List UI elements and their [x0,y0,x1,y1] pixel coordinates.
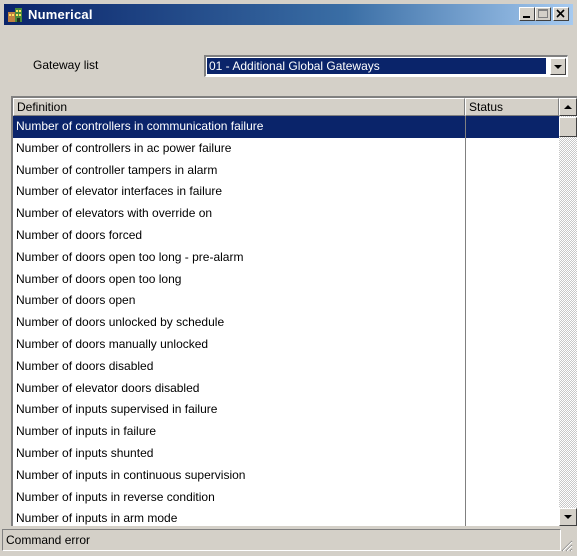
definition-cell: Number of doors disabled [16,358,154,373]
status-bar: Command error [2,528,575,554]
table-row[interactable]: Number of elevators with override on [13,203,559,225]
definition-cell: Number of controller tampers in alarm [16,162,218,177]
column-header-definition[interactable]: Definition [13,98,465,116]
status-cell [465,181,559,204]
status-cell [465,290,559,313]
status-cell [465,312,559,334]
status-cell [465,116,559,138]
definition-cell: Number of controllers in communication f… [13,116,465,138]
status-cell [465,203,559,225]
definition-cell: Number of elevator doors disabled [16,380,200,395]
definition-cell: Number of elevator interfaces in failure [16,184,223,199]
table-row[interactable]: Number of inputs in continuous supervisi… [13,464,559,487]
table-row[interactable]: Number of inputs in failure [13,421,559,443]
chevron-down-icon [554,65,562,69]
status-cell [465,268,559,291]
definition-cell: Number of inputs in reverse condition [16,489,215,504]
resize-grip-icon[interactable] [561,540,573,552]
gateway-list-dropdown[interactable]: 01 - Additional Global Gateways [204,55,568,77]
table-row[interactable]: Number of inputs in reverse condition [13,486,559,509]
close-button[interactable] [553,7,569,21]
column-header-status[interactable]: Status [465,98,559,116]
gateway-list-label: Gateway list [33,58,99,72]
status-text: Command error [2,529,561,551]
status-cell [465,355,559,378]
definition-cell: Number of doors forced [16,227,143,242]
status-cell [465,486,559,509]
arrow-down-icon [564,515,572,519]
definition-cell: Number of inputs shunted [16,445,154,460]
definition-cell: Number of doors open too long - pre-alar… [16,249,244,264]
table-row[interactable]: Number of doors unlocked by schedule [13,312,559,334]
table-row[interactable]: Number of elevator doors disabled [13,377,559,400]
arrow-up-icon [564,105,572,109]
status-cell [465,333,559,356]
definition-cell: Number of inputs in arm mode [16,511,178,526]
status-cell [465,399,559,422]
building-app-icon [8,8,22,22]
status-cell [465,508,559,526]
scroll-down-button[interactable] [559,508,577,526]
table-row[interactable]: Number of doors forced [13,224,559,247]
table-row[interactable]: Number of inputs supervised in failure [13,399,559,422]
scroll-thumb[interactable] [559,117,577,137]
table-row[interactable]: Number of doors manually unlocked [13,333,559,356]
definition-cell: Number of doors unlocked by schedule [16,315,225,330]
close-icon [556,9,565,18]
definition-cell: Number of doors manually unlocked [16,336,209,351]
numerical-list[interactable]: Definition Status Number of controllers … [11,96,577,526]
gateway-selected-value: 01 - Additional Global Gateways [207,58,546,74]
table-row[interactable]: Number of doors open too long - pre-alar… [13,246,559,269]
status-cell [465,246,559,269]
definition-cell: Number of inputs in failure [16,424,157,439]
definition-cell: Number of inputs in continuous supervisi… [16,467,246,482]
status-cell [465,159,559,182]
definition-cell: Number of doors open too long [16,271,182,286]
table-row[interactable]: Number of controllers in ac power failur… [13,137,559,160]
table-row[interactable]: Number of controller tampers in alarm [13,159,559,182]
definition-cell: Number of controllers in ac power failur… [16,140,232,155]
status-cell [465,377,559,400]
scroll-up-button[interactable] [559,98,577,116]
dropdown-button[interactable] [550,58,566,75]
table-row[interactable]: Number of controllers in communication f… [13,116,559,138]
title-bar[interactable]: Numerical [4,4,573,25]
status-cell [465,137,559,160]
table-row[interactable]: Number of inputs shunted [13,442,559,465]
vertical-scrollbar[interactable] [559,98,577,526]
table-rows: Number of controllers in communication f… [13,116,559,526]
table-row[interactable]: Number of inputs in arm mode [13,508,559,526]
definition-cell: Number of inputs supervised in failure [16,402,218,417]
status-cell [465,421,559,443]
status-cell [465,464,559,487]
minimize-button[interactable] [519,7,535,21]
status-cell [465,442,559,465]
maximize-icon [538,9,548,18]
table-row[interactable]: Number of doors open too long [13,268,559,291]
table-row[interactable]: Number of doors disabled [13,355,559,378]
window-title: Numerical [28,7,93,22]
definition-cell: Number of doors open [16,293,136,308]
definition-cell: Number of elevators with override on [16,206,213,221]
numerical-window: Numerical Gateway list 01 - Additional G… [0,0,577,556]
table-row[interactable]: Number of doors open [13,290,559,313]
table-row[interactable]: Number of elevator interfaces in failure [13,181,559,204]
minimize-icon [523,16,530,18]
status-cell [465,224,559,247]
maximize-button[interactable] [535,7,551,21]
